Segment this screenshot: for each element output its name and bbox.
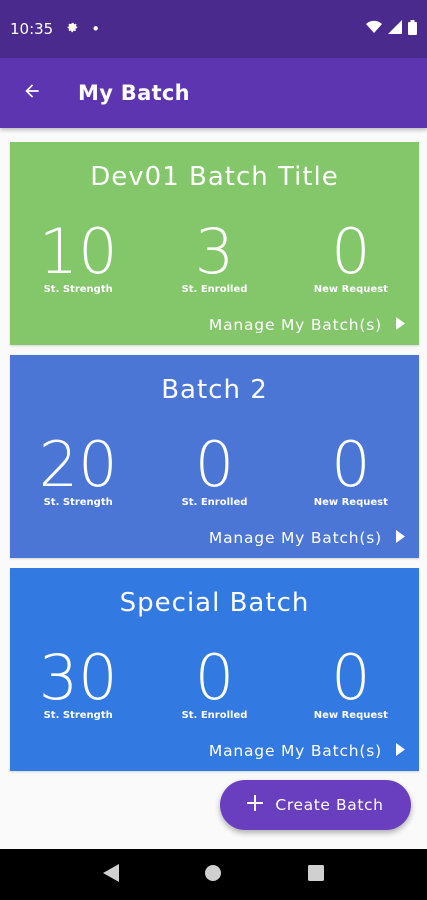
stat-label: St. Strength (43, 284, 113, 295)
manage-batch-label: Manage My Batch(s) (208, 742, 382, 760)
batch-stats: 10 St. Strength 3 St. Enrolled 0 New Req… (10, 215, 419, 296)
notification-dot: • (91, 20, 101, 38)
back-button[interactable] (0, 58, 64, 128)
settings-gear-icon (65, 20, 79, 38)
battery-icon (408, 19, 417, 39)
manage-batch-label: Manage My Batch(s) (208, 316, 382, 334)
stat-value: 10 (38, 215, 118, 288)
create-batch-label: Create Batch (275, 796, 384, 814)
stat-label: New Request (313, 710, 388, 721)
stat-label: New Request (313, 284, 388, 295)
play-arrow-icon (396, 529, 405, 547)
stat-strength: 10 St. Strength (10, 215, 146, 296)
status-left: 10:35 • (10, 20, 100, 38)
wifi-icon (366, 20, 382, 38)
nav-home-icon[interactable] (204, 864, 222, 886)
play-arrow-icon (396, 742, 405, 760)
stat-value: 0 (331, 215, 371, 288)
manage-batch-link[interactable]: Manage My Batch(s) (209, 742, 405, 760)
stat-enrolled: 0 St. Enrolled (146, 641, 282, 722)
batch-card[interactable]: Special Batch 30 St. Strength 0 St. Enro… (10, 568, 419, 771)
cell-signal-icon (388, 20, 402, 38)
arrow-back-icon (22, 81, 42, 105)
plus-icon (247, 795, 264, 815)
stat-value: 30 (38, 641, 118, 714)
stat-new-request: 0 New Request (283, 641, 419, 722)
batch-title: Batch 2 (161, 375, 268, 405)
batch-stats: 20 St. Strength 0 St. Enrolled 0 New Req… (10, 428, 419, 509)
batch-title: Special Batch (119, 588, 310, 618)
stat-enrolled: 0 St. Enrolled (146, 428, 282, 509)
status-time: 10:35 (10, 20, 54, 38)
batch-title: Dev01 Batch Title (90, 162, 339, 192)
stat-strength: 30 St. Strength (10, 641, 146, 722)
stat-value: 0 (331, 428, 371, 501)
stat-value: 3 (194, 215, 235, 288)
batch-card[interactable]: Batch 2 20 St. Strength 0 St. Enrolled 0… (10, 355, 419, 558)
stat-enrolled: 3 St. Enrolled (146, 215, 282, 296)
status-bar: 10:35 • (0, 0, 427, 58)
manage-batch-link[interactable]: Manage My Batch(s) (209, 529, 405, 547)
stat-value: 20 (38, 428, 118, 501)
stat-label: St. Enrolled (181, 284, 248, 295)
stat-value: 0 (194, 428, 235, 501)
page-title: My Batch (78, 81, 190, 105)
stat-new-request: 0 New Request (283, 215, 419, 296)
app-bar: My Batch (0, 58, 427, 128)
nav-recents-icon[interactable] (308, 864, 325, 885)
batch-card[interactable]: Dev01 Batch Title 10 St. Strength 3 St. … (10, 142, 419, 345)
stat-label: St. Enrolled (181, 710, 248, 721)
manage-batch-link[interactable]: Manage My Batch(s) (209, 316, 405, 334)
stat-label: New Request (313, 497, 388, 508)
status-right (366, 19, 417, 39)
stat-value: 0 (331, 641, 371, 714)
create-batch-button[interactable]: Create Batch (220, 780, 411, 830)
nav-back-icon[interactable] (102, 863, 119, 886)
stat-value: 0 (194, 641, 235, 714)
stat-new-request: 0 New Request (283, 428, 419, 509)
play-arrow-icon (396, 316, 405, 334)
batch-stats: 30 St. Strength 0 St. Enrolled 0 New Req… (10, 641, 419, 722)
stat-label: St. Strength (43, 497, 113, 508)
manage-batch-label: Manage My Batch(s) (208, 529, 382, 547)
stat-label: St. Strength (43, 710, 113, 721)
stat-strength: 20 St. Strength (10, 428, 146, 509)
stat-label: St. Enrolled (181, 497, 248, 508)
system-nav-bar (0, 849, 427, 900)
batch-list: Dev01 Batch Title 10 St. Strength 3 St. … (10, 142, 419, 781)
